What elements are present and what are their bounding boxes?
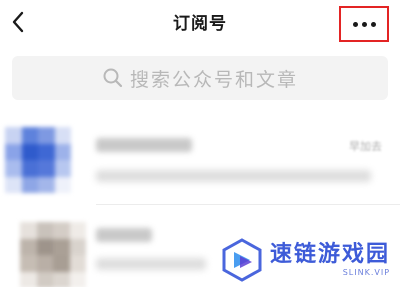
chevron-left-icon [12,11,24,33]
article-preview [96,258,206,270]
timestamp: 早加去 [349,140,382,153]
account-name [96,138,192,152]
more-horizontal-icon-dot-2 [361,21,367,27]
subscriptions-screen: 订阅号 搜索公众号和文章 早加去 速链游戏园 SLINK.VIP [0,0,400,287]
subscription-list-item[interactable]: 早加去 [0,118,400,202]
account-name [96,228,152,242]
search-icon [103,68,123,88]
search-input[interactable]: 搜索公众号和文章 [12,56,388,100]
more-horizontal-icon-dot-3 [370,21,376,27]
article-preview [96,170,371,182]
more-horizontal-icon [352,21,358,27]
avatar [5,127,71,193]
back-button[interactable] [6,9,30,35]
top-navigation-bar: 订阅号 [0,0,400,50]
avatar [20,222,86,287]
list-divider [96,204,400,205]
search-placeholder: 搜索公众号和文章 [129,68,298,91]
more-options-button[interactable] [339,6,389,42]
subscription-list-item[interactable] [0,214,400,287]
